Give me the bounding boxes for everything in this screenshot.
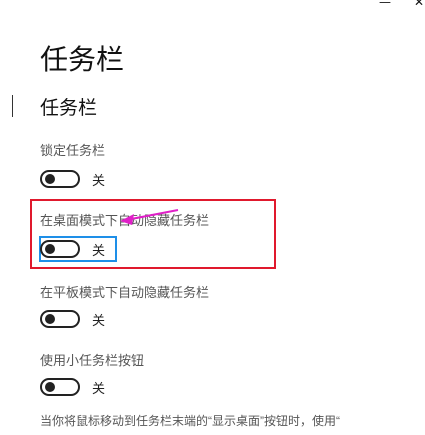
close-button[interactable]: ✕ [406, 0, 425, 10]
page-title: 任务栏 [40, 44, 125, 75]
autohide-desktop-toggle[interactable] [40, 240, 80, 258]
toggle-knob [45, 382, 55, 392]
small-buttons-setting: 关 [40, 376, 105, 398]
title-bar: — ✕ [0, 0, 425, 14]
nav-selection-indicator [12, 95, 13, 117]
small-buttons-label: 使用小任务栏按钮 [40, 353, 145, 368]
small-buttons-toggle[interactable] [40, 378, 80, 396]
toggle-knob [45, 244, 55, 254]
small-buttons-state: 关 [92, 380, 106, 396]
autohide-desktop-state: 关 [92, 242, 106, 258]
autohide-tablet-setting: 关 [40, 308, 105, 330]
annotation-arrow-icon [120, 209, 179, 225]
lock-taskbar-label: 锁定任务栏 [40, 143, 106, 158]
minimize-button[interactable]: — [372, 0, 398, 10]
section-title: 任务栏 [40, 98, 98, 119]
autohide-desktop-setting: 关 [40, 238, 105, 260]
autohide-tablet-state: 关 [92, 312, 106, 328]
toggle-knob [45, 314, 55, 324]
lock-taskbar-toggle[interactable] [40, 170, 80, 188]
autohide-tablet-label: 在平板模式下自动隐藏任务栏 [40, 285, 210, 300]
autohide-tablet-toggle[interactable] [40, 310, 80, 328]
lock-taskbar-state: 关 [92, 172, 106, 188]
lock-taskbar-setting: 关 [40, 168, 105, 190]
toggle-knob [45, 174, 55, 184]
peek-description: 当你将鼠标移动到任务栏末端的“显示桌面”按钮时，使用“ [40, 414, 340, 428]
